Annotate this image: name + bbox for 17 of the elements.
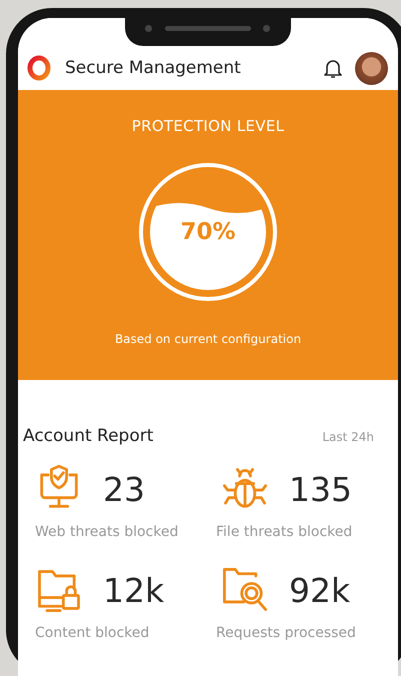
stat-label: File threats blocked [215, 524, 354, 540]
app-title: Secure Management [65, 58, 242, 78]
period-label: Last 24h [322, 430, 374, 444]
level-reading: 70% [180, 219, 236, 245]
stat-label: Web threats blocked [34, 524, 180, 540]
stat-label: Content blocked [34, 625, 150, 641]
stat-value: 23 [103, 470, 145, 508]
stat-label: Requests processed [215, 625, 357, 641]
logo-icon [27, 55, 51, 81]
caption: Based on current configuration [114, 332, 302, 346]
avatar[interactable] [355, 52, 388, 84]
panel-title: PROTECTION LEVEL [132, 117, 284, 135]
bell-icon[interactable] [323, 57, 343, 79]
stat-value: 92k [289, 570, 350, 610]
stat-value: 135 [289, 470, 352, 508]
stat-value: 12k [103, 570, 164, 610]
section-title: Account Report [23, 426, 154, 446]
